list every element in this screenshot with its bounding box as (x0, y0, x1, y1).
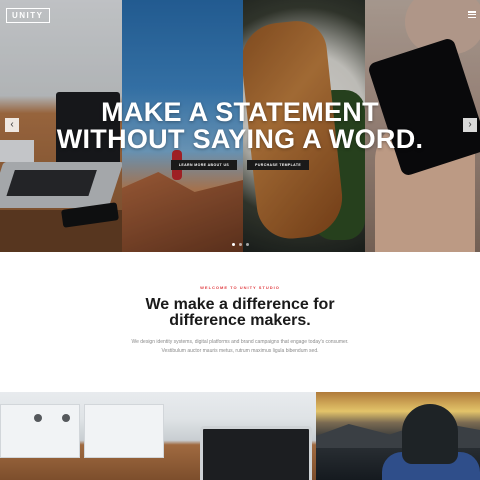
cabinet (0, 404, 80, 458)
portfolio-image-strip (0, 392, 480, 480)
slider-dot[interactable] (231, 243, 235, 246)
cabinet (84, 404, 164, 458)
purchase-template-button[interactable]: PURCHASE TEMPLATE (247, 160, 310, 170)
chevron-right-icon[interactable]: › (463, 118, 477, 132)
section-title: We make a difference for difference make… (0, 297, 480, 329)
section-description-line1: We design identity systems, digital plat… (131, 339, 349, 345)
section-title-line1: We make a difference for (145, 296, 335, 313)
section-eyebrow: WELCOME TO UNITY STUDIO (200, 285, 280, 290)
cabinet-knob (62, 414, 70, 422)
laptop-screen (200, 426, 312, 480)
hero-headline-line1: MAKE A STATEMENT (101, 97, 379, 127)
section-description: We design identity systems, digital plat… (0, 338, 480, 356)
slider-pagination (0, 243, 480, 246)
hiker-hood (402, 404, 458, 464)
slider-dot[interactable] (245, 243, 249, 246)
hero-headline-line2: WITHOUT SAYING A WORD. (56, 124, 424, 154)
hero-button-group: LEARN MORE ABOUT US PURCHASE TEMPLATE (0, 160, 480, 170)
chevron-left-icon[interactable]: ‹ (5, 118, 19, 132)
cabinet-knob (34, 414, 42, 422)
hero-headline: MAKE A STATEMENT WITHOUT SAYING A WORD. (0, 99, 480, 153)
section-description-line2: Vestibulum auctor mauris metus, rutrum m… (161, 348, 319, 354)
hero-slider: UNITY MAKE A STATEMENT WITHOUT SAYING A … (0, 0, 480, 252)
section-title-line2: difference makers. (169, 312, 311, 329)
intro-section: WELCOME TO UNITY STUDIO We make a differ… (0, 252, 480, 392)
slider-dot[interactable] (238, 243, 242, 246)
office-desk-image (0, 392, 316, 480)
site-logo[interactable]: UNITY (6, 8, 50, 23)
learn-more-button[interactable]: LEARN MORE ABOUT US (170, 160, 238, 170)
hamburger-menu-icon[interactable] (468, 11, 476, 18)
sunset-hiker-image (316, 392, 480, 480)
